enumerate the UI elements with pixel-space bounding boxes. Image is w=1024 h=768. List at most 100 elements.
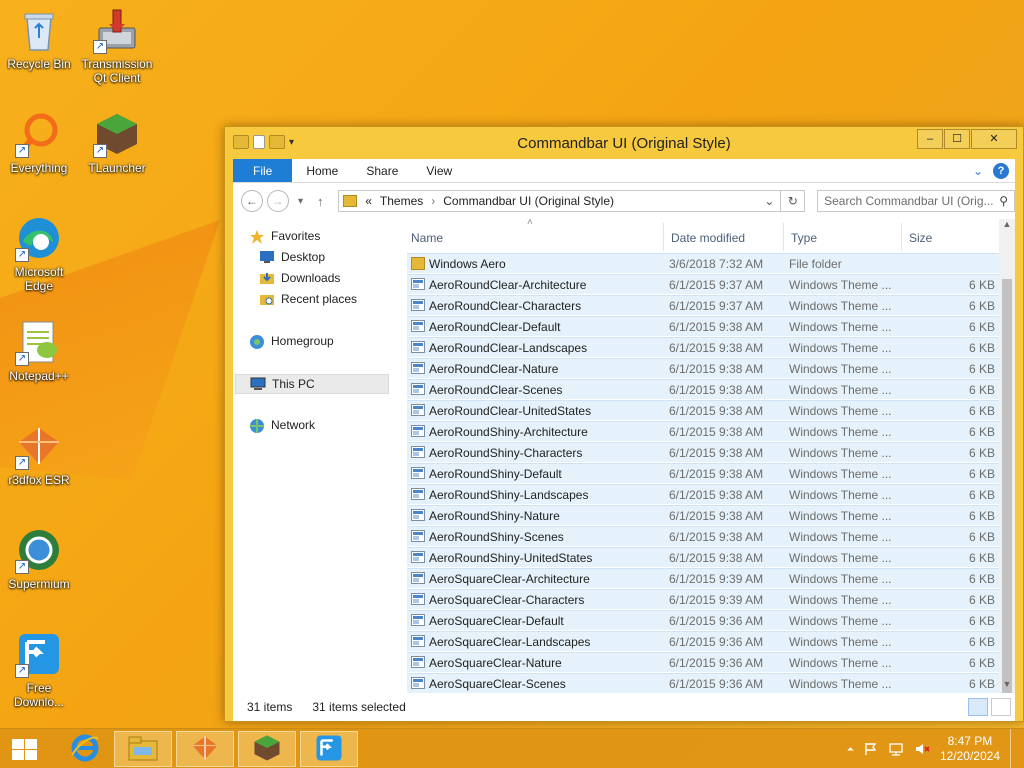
table-row[interactable]: AeroRoundClear-UnitedStates 6/1/2015 9:38… [407,400,999,421]
table-row[interactable]: AeroSquareClear-Landscapes 6/1/2015 9:36 … [407,631,999,652]
desktop-icon-edge[interactable]: ↗ Microsoft Edge [0,214,78,293]
table-row[interactable]: AeroRoundClear-Default 6/1/2015 9:38 AM Wi… [407,316,999,337]
file-type: Windows Theme ... [789,341,892,355]
desktop-icon-everything[interactable]: ↗ Everything [0,110,78,175]
show-desktop-button[interactable] [1010,729,1018,768]
table-row[interactable]: AeroRoundShiny-Characters 6/1/2015 9:38 A… [407,442,999,463]
table-row[interactable]: AeroRoundClear-Characters 6/1/2015 9:37 A… [407,295,999,316]
nav-item-label: Downloads [281,271,341,285]
breadcrumb-current[interactable]: Commandbar UI (Original Style) [443,194,614,208]
taskbar-tlauncher[interactable] [238,731,296,767]
table-row[interactable]: AeroSquareClear-Default 6/1/2015 9:36 AM W… [407,610,999,631]
address-dropdown-icon[interactable]: ⌄ [764,194,780,208]
volume-muted-icon[interactable] [914,742,930,756]
search-input[interactable]: Search Commandbar UI (Orig... ⚲ [817,190,1016,212]
nav-item-homegroup[interactable]: Homegroup [249,334,334,349]
file-size: 6 KB [968,467,995,481]
title-bar[interactable]: ▾ Commandbar UI (Original Style) – ☐ ✕ [225,127,1023,159]
file-type: Windows Theme ... [789,509,892,523]
refresh-button[interactable]: ↻ [781,190,806,212]
table-row[interactable]: AeroRoundShiny-Architecture 6/1/2015 9:38… [407,421,999,442]
desktop-icon-tlauncher[interactable]: ↗ TLauncher [78,110,156,175]
taskbar-file-explorer[interactable] [114,731,172,767]
file-size: 6 KB [968,656,995,670]
clock[interactable]: 8:47 PM 12/20/2024 [940,734,1000,764]
nav-item-downloads[interactable]: Downloads [259,271,340,285]
column-size[interactable]: Size [909,231,932,245]
close-button[interactable]: ✕ [971,129,1017,149]
file-date: 6/1/2015 9:38 AM [669,488,764,502]
maximize-button[interactable]: ☐ [944,129,970,149]
scrollbar-thumb[interactable] [1002,279,1012,699]
desktop-icon-r3dfox[interactable]: ↗ r3dfox ESR [0,422,78,487]
theme-file-icon [411,320,425,333]
taskbar-r3dfox[interactable] [176,731,234,767]
shortcut-arrow-icon: ↗ [15,352,29,366]
nav-item-network[interactable]: Network [249,418,315,433]
column-type[interactable]: Type [791,231,817,245]
table-row[interactable]: AeroRoundShiny-Landscapes 6/1/2015 9:38 A… [407,484,999,505]
table-row[interactable]: Windows Aero 3/6/2018 7:32 AM File folder [407,253,999,274]
network-icon[interactable] [888,742,904,756]
column-name[interactable]: Name [411,231,443,245]
table-row[interactable]: AeroSquareClear-Nature 6/1/2015 9:36 AM Wi… [407,652,999,673]
column-separator[interactable] [901,223,902,251]
folder-icon [411,257,425,270]
tab-view[interactable]: View [412,159,466,182]
file-date: 6/1/2015 9:37 AM [669,278,764,292]
desktop-icon-transmission[interactable]: ↗ Transmission Qt Client [78,6,156,85]
table-row[interactable]: AeroRoundClear-Architecture 6/1/2015 9:37… [407,274,999,295]
nav-item-desktop[interactable]: Desktop [259,250,325,264]
file-date: 6/1/2015 9:36 AM [669,635,764,649]
vertical-scrollbar[interactable]: ▲ ▼ [999,219,1015,699]
desktop-icon-notepadpp[interactable]: ↗ Notepad++ [0,318,78,383]
start-button[interactable] [12,739,38,761]
table-row[interactable]: AeroSquareClear-Architecture 6/1/2015 9:3… [407,568,999,589]
up-button[interactable]: ↑ [312,194,328,209]
taskbar-free-download-manager[interactable] [300,731,358,767]
table-row[interactable]: AeroRoundShiny-Scenes 6/1/2015 9:38 AM Win… [407,526,999,547]
nav-item-favorites[interactable]: Favorites [249,229,320,244]
back-button[interactable]: ← [241,190,263,212]
expand-ribbon-icon[interactable]: ⌄ [973,164,983,178]
help-icon[interactable]: ? [993,162,1009,179]
table-row[interactable]: AeroSquareClear-Scenes 6/1/2015 9:36 AM Wi… [407,673,999,694]
breadcrumb-overflow[interactable]: « [365,194,372,208]
window-title: Commandbar UI (Original Style) [517,135,731,152]
details-view-icon[interactable] [968,698,988,716]
table-row[interactable]: AeroRoundClear-Landscapes 6/1/2015 9:38 A… [407,337,999,358]
star-icon [249,229,265,244]
column-separator[interactable] [663,223,664,251]
desktop-icon-free-download-manager[interactable]: ↗ Free Downlo... [0,630,78,709]
desktop-icon-recycle-bin[interactable]: Recycle Bin [0,6,78,71]
explorer-window[interactable]: ▾ Commandbar UI (Original Style) – ☐ ✕ F… [224,126,1024,722]
taskbar-internet-explorer[interactable] [56,731,114,767]
breadcrumb-themes[interactable]: Themes [380,194,423,208]
table-row[interactable]: AeroRoundShiny-Nature 6/1/2015 9:38 AM Win… [407,505,999,526]
address-bar[interactable]: « Themes › Commandbar UI (Original Style… [338,190,782,212]
recent-locations-icon[interactable]: ▾ [293,196,309,207]
scroll-down-icon[interactable]: ▼ [999,679,1015,693]
recycle-bin-icon [15,6,63,54]
nav-item-recent-places[interactable]: Recent places [259,292,357,306]
desktop-icon-supermium[interactable]: ↗ Supermium [0,526,78,591]
tab-home[interactable]: Home [292,159,352,182]
tab-file[interactable]: File [233,159,293,182]
column-separator[interactable] [783,223,784,251]
forward-button[interactable]: → [266,190,289,212]
scroll-up-icon[interactable]: ▲ [999,219,1015,233]
table-row[interactable]: AeroRoundShiny-UnitedStates 6/1/2015 9:38… [407,547,999,568]
table-row[interactable]: AeroRoundClear-Nature 6/1/2015 9:38 AM Win… [407,358,999,379]
chevron-up-icon[interactable]: ⏶ [847,744,854,755]
table-row[interactable]: AeroRoundShiny-Default 6/1/2015 9:38 AM Wi… [407,463,999,484]
nav-item-this-pc[interactable]: This PC [235,374,389,394]
flag-icon[interactable] [864,742,878,756]
column-date[interactable]: Date modified [671,231,745,245]
file-date: 6/1/2015 9:38 AM [669,404,764,418]
large-icons-view-icon[interactable] [991,698,1011,716]
table-row[interactable]: AeroRoundClear-Scenes 6/1/2015 9:38 AM Win… [407,379,999,400]
file-name: AeroRoundClear-Scenes [429,383,563,397]
tab-share[interactable]: Share [352,159,412,182]
table-row[interactable]: AeroSquareClear-Characters 6/1/2015 9:39 … [407,589,999,610]
minimize-button[interactable]: – [917,129,943,149]
